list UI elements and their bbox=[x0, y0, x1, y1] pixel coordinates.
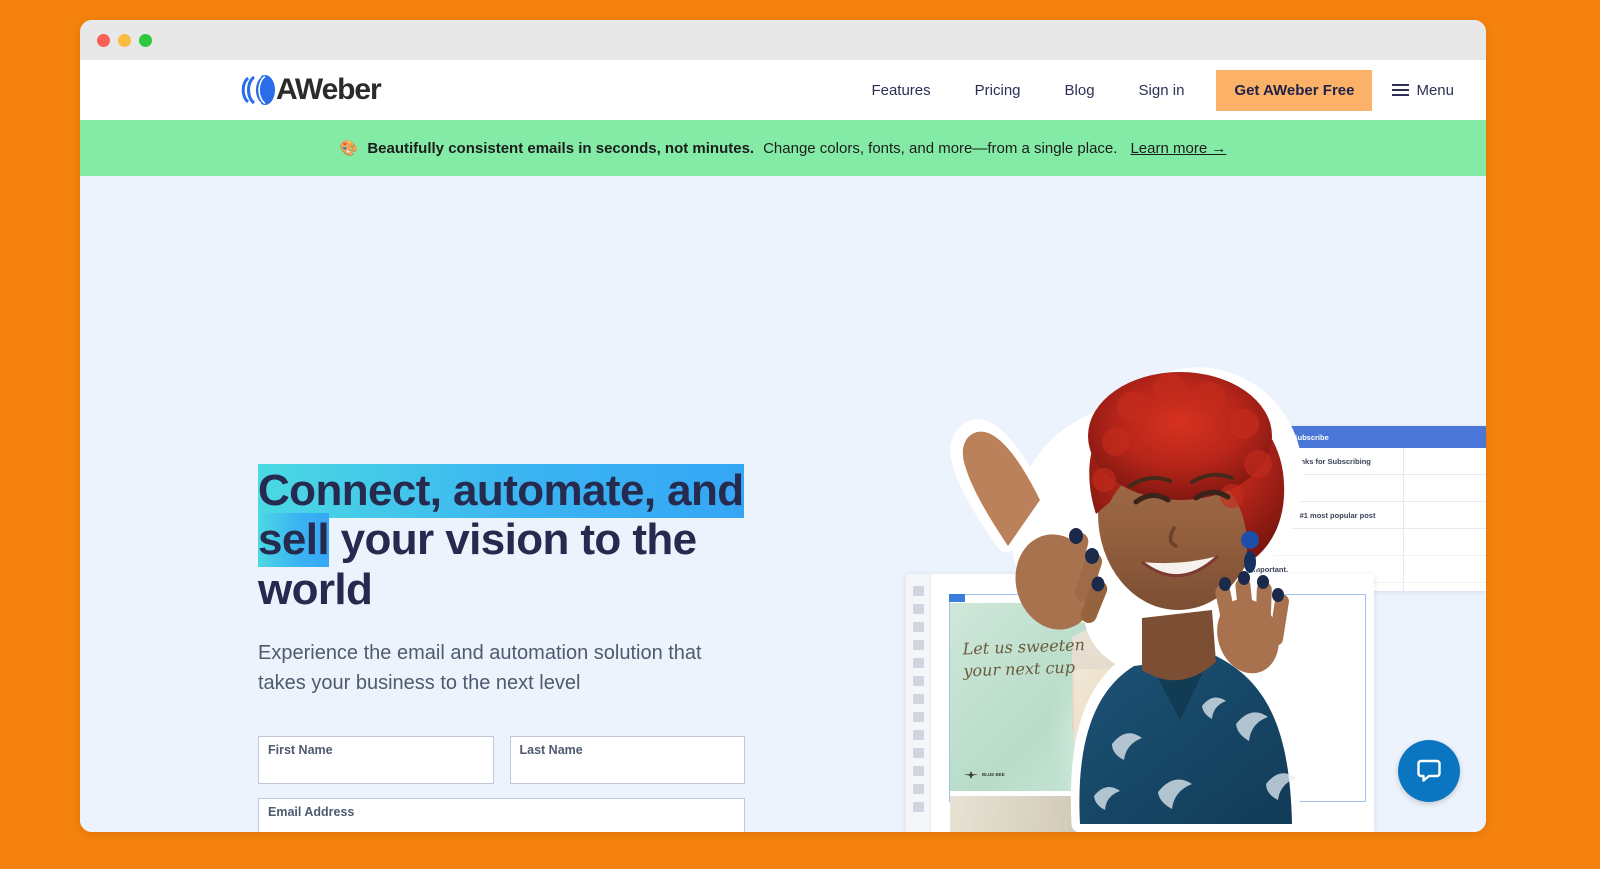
signup-name-row: First Name Last Name bbox=[258, 735, 745, 784]
site-navbar: AWeber Features Pricing Blog Sign in Get… bbox=[80, 60, 1486, 120]
first-name-field[interactable]: First Name bbox=[258, 735, 494, 784]
email-input[interactable] bbox=[259, 798, 744, 832]
hero-headline: Connect, automate, and sell your vision … bbox=[258, 464, 778, 614]
first-name-input[interactable] bbox=[259, 736, 493, 783]
palette-icon: 🎨 bbox=[339, 139, 359, 157]
browser-titlebar bbox=[80, 20, 1486, 60]
email-field[interactable]: Email Address bbox=[258, 797, 745, 832]
aweber-logo-mark-icon bbox=[240, 73, 278, 107]
announcement-learn-more-link[interactable]: Learn more → bbox=[1130, 140, 1226, 157]
navbar-right-group: Features Pricing Blog Sign in Get AWeber… bbox=[849, 69, 1464, 111]
campaign-panel-divider bbox=[1403, 448, 1404, 591]
get-aweber-free-button[interactable]: Get AWeber Free bbox=[1216, 69, 1373, 111]
nav-link-blog[interactable]: Blog bbox=[1043, 74, 1117, 107]
minimize-window-icon[interactable] bbox=[118, 33, 131, 47]
nav-link-pricing[interactable]: Pricing bbox=[953, 74, 1043, 107]
hero-copy-block: Connect, automate, and sell your vision … bbox=[258, 464, 778, 832]
announcement-subtext: Change colors, fonts, and more—from a si… bbox=[763, 139, 1118, 157]
close-window-icon[interactable] bbox=[97, 33, 110, 47]
maximize-window-icon[interactable] bbox=[139, 33, 152, 47]
hero-subheading: Experience the email and automation solu… bbox=[258, 641, 702, 694]
nav-link-sign-in[interactable]: Sign in bbox=[1117, 74, 1207, 107]
aweber-logo-text: AWeber bbox=[276, 73, 382, 106]
last-name-input[interactable] bbox=[510, 736, 744, 783]
aweber-logo[interactable]: AWeber bbox=[240, 73, 382, 107]
nav-link-features[interactable]: Features bbox=[849, 74, 952, 107]
live-chat-button[interactable] bbox=[1398, 740, 1460, 802]
menu-toggle[interactable]: Menu bbox=[1372, 74, 1464, 107]
signup-form: First Name Last Name Email Address Get s… bbox=[258, 735, 745, 832]
chat-bubble-icon bbox=[1414, 755, 1444, 788]
hamburger-icon bbox=[1392, 84, 1410, 96]
hero-portrait-photo bbox=[880, 184, 1360, 832]
browser-window: AWeber Features Pricing Blog Sign in Get… bbox=[80, 20, 1486, 832]
last-name-field[interactable]: Last Name bbox=[509, 735, 745, 784]
menu-toggle-label: Menu bbox=[1416, 81, 1454, 99]
announcement-banner: 🎨 Beautifully consistent emails in secon… bbox=[80, 120, 1486, 176]
hero-section: Connect, automate, and sell your vision … bbox=[80, 176, 1486, 832]
hero-artwork: aign: On Subscribe Send Message: Thanks … bbox=[820, 176, 1486, 832]
announcement-headline: Beautifully consistent emails in seconds… bbox=[367, 139, 755, 157]
